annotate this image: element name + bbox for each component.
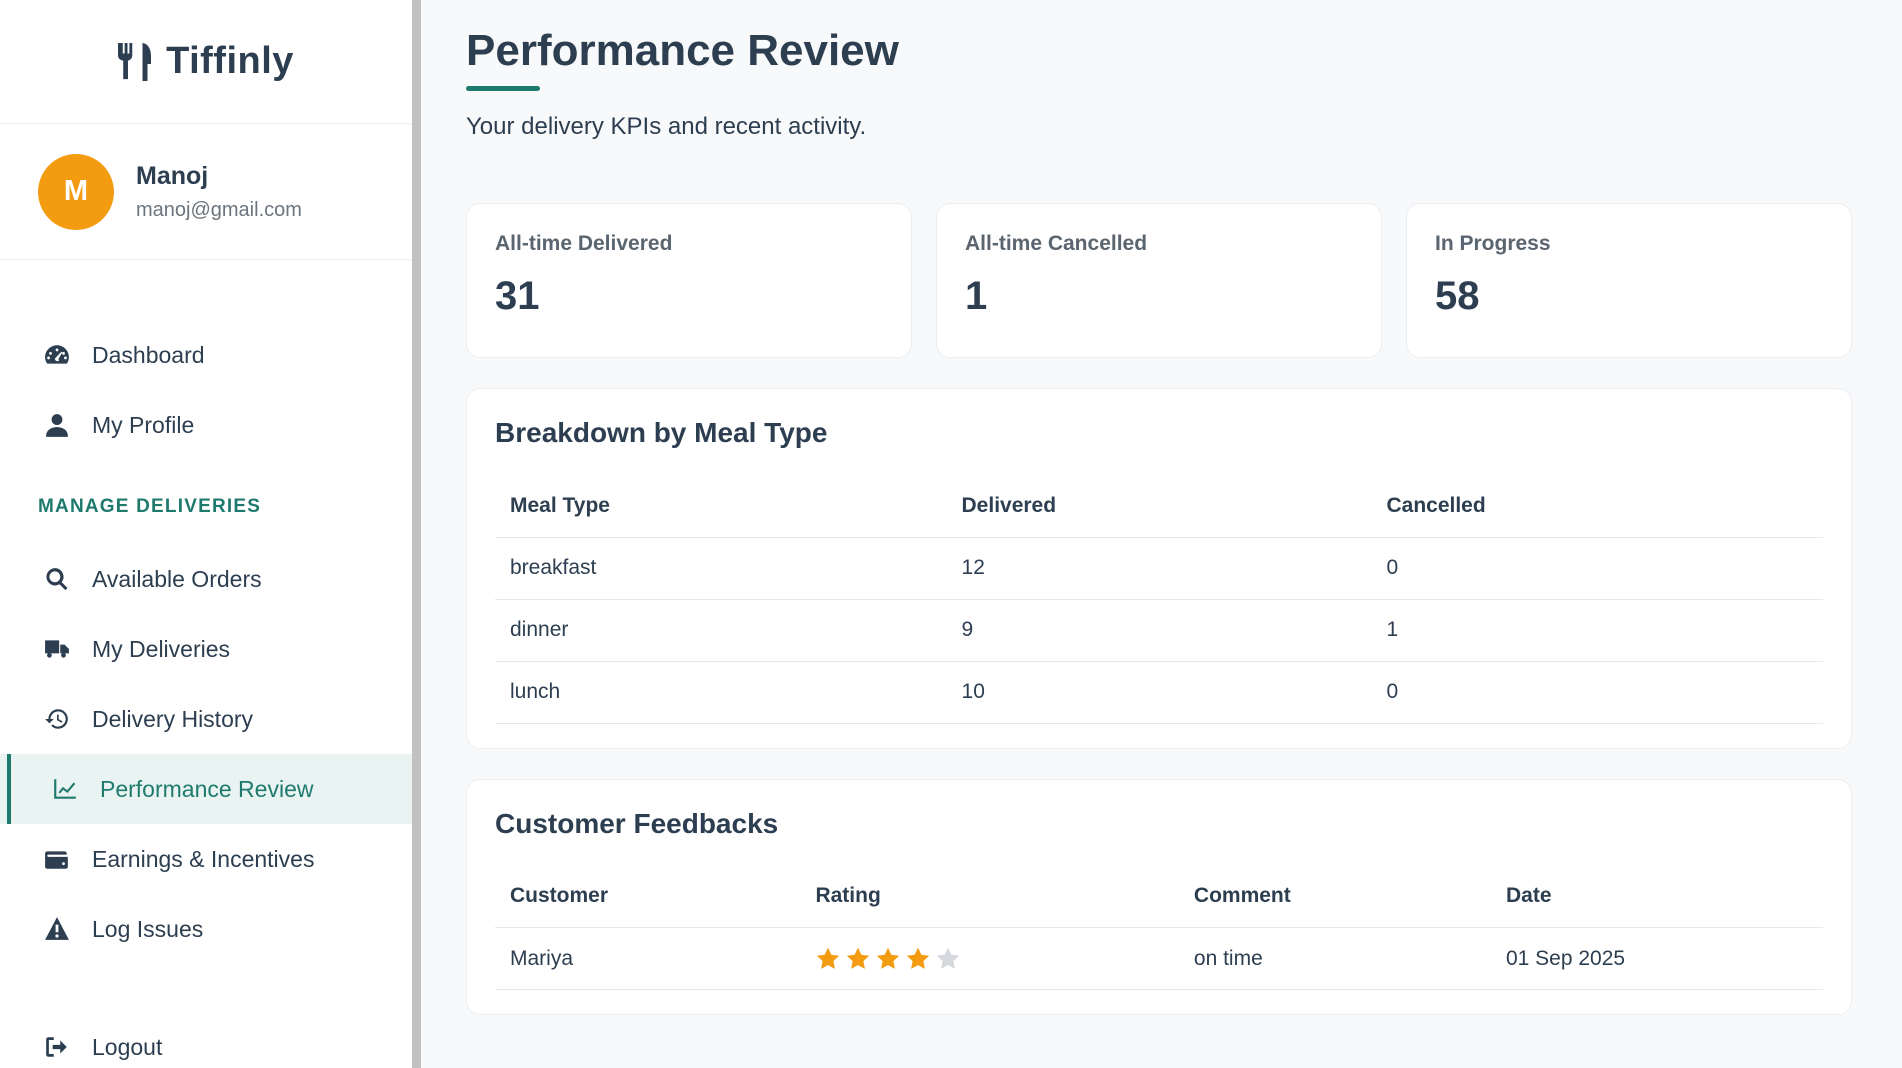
- table-cell: lunch: [495, 661, 947, 724]
- sidebar-item-delivery-history[interactable]: Delivery History: [0, 684, 412, 754]
- user-profile-summary: M Manoj manoj@gmail.com: [0, 124, 412, 260]
- sidebar-item-label: Logout: [92, 1033, 163, 1060]
- card-title: Breakdown by Meal Type: [495, 417, 828, 448]
- table-cell: 0: [1371, 661, 1823, 724]
- title-underline: [466, 86, 540, 91]
- table-header-row: Customer Rating Comment Date: [495, 865, 1823, 928]
- card-title: Customer Feedbacks: [495, 807, 779, 839]
- star-rating: [815, 946, 1163, 972]
- brand[interactable]: Tiffinly: [0, 0, 412, 124]
- user-email: manoj@gmail.com: [136, 198, 302, 221]
- sidebar-item-label: Delivery History: [92, 705, 254, 732]
- logout-button[interactable]: Logout: [0, 1012, 412, 1068]
- table-cell: 12: [946, 537, 1372, 600]
- sidebar: Tiffinly M Manoj manoj@gmail.com Dashboa…: [0, 0, 412, 1068]
- meal-breakdown-table: Meal Type Delivered Cancelled breakfast …: [495, 475, 1823, 724]
- kpi-value: 1: [965, 274, 988, 318]
- feedbacks-table: Customer Rating Comment Date Mariya on t…: [495, 865, 1823, 990]
- brand-name: Tiffinly: [166, 40, 294, 82]
- search-icon: [42, 564, 72, 594]
- chart-line-icon: [50, 774, 80, 804]
- logout-area: Logout: [0, 1012, 412, 1068]
- customer-feedbacks-card: Customer Feedbacks Customer Rating Comme…: [466, 778, 1852, 1015]
- sidebar-item-label: Earnings & Incentives: [92, 845, 315, 872]
- table-cell: 0: [1371, 537, 1823, 600]
- logout-icon: [42, 1032, 72, 1062]
- wallet-icon: [42, 844, 72, 874]
- table-cell: 9: [946, 599, 1372, 662]
- sidebar-item-log-issues[interactable]: Log Issues: [0, 894, 412, 964]
- sidebar-item-label: My Deliveries: [92, 635, 231, 662]
- sidebar-nav: Dashboard My Profile MANAGE DELIVERIES A…: [0, 320, 412, 964]
- main-content: Performance Review Your delivery KPIs an…: [466, 0, 1854, 1015]
- kpi-label: All-time Delivered: [495, 232, 673, 255]
- kpi-cards: All-time Delivered 31 All-time Cancelled…: [466, 203, 1854, 358]
- table-cell: 10: [946, 661, 1372, 724]
- table-row: lunch 10 0: [495, 661, 1823, 724]
- column-header: Comment: [1178, 865, 1491, 928]
- page-title: Performance Review: [466, 26, 899, 75]
- sidebar-item-label: Performance Review: [100, 775, 314, 802]
- user-icon: [42, 410, 72, 440]
- column-header: Cancelled: [1371, 475, 1823, 538]
- table-row: dinner 9 1: [495, 599, 1823, 662]
- star-filled-icon: [815, 946, 841, 972]
- kpi-value: 58: [1435, 274, 1480, 318]
- kpi-card-delivered: All-time Delivered 31: [466, 203, 912, 358]
- user-name: Manoj: [136, 161, 209, 190]
- kpi-card-cancelled: All-time Cancelled 1: [936, 203, 1382, 358]
- column-header: Rating: [800, 865, 1179, 928]
- truck-icon: [42, 634, 72, 664]
- sidebar-item-performance-review[interactable]: Performance Review: [0, 754, 412, 824]
- kpi-card-in-progress: In Progress 58: [1406, 203, 1852, 358]
- table-cell: breakfast: [495, 537, 947, 600]
- sidebar-item-label: Available Orders: [92, 565, 262, 592]
- star-filled-icon: [905, 946, 931, 972]
- star-filled-icon: [875, 946, 901, 972]
- table-row: Mariya on time 01 Sep 2025: [495, 927, 1823, 990]
- table-cell: [800, 927, 1179, 990]
- warning-icon: [42, 914, 72, 944]
- sidebar-item-label: Log Issues: [92, 915, 204, 942]
- sidebar-item-earnings-incentives[interactable]: Earnings & Incentives: [0, 824, 412, 894]
- table-cell: dinner: [495, 599, 947, 662]
- sidebar-scrollbar[interactable]: [412, 0, 421, 1068]
- nav-section-title: MANAGE DELIVERIES: [38, 496, 262, 517]
- sidebar-item-my-profile[interactable]: My Profile: [0, 390, 412, 460]
- star-filled-icon: [845, 946, 871, 972]
- kpi-value: 31: [495, 274, 540, 318]
- table-cell: Mariya: [495, 927, 801, 990]
- sidebar-item-dashboard[interactable]: Dashboard: [0, 320, 412, 390]
- sidebar-item-label: Dashboard: [92, 341, 205, 368]
- table-row: breakfast 12 0: [495, 537, 1823, 600]
- table-cell: 1: [1371, 599, 1823, 662]
- kpi-label: In Progress: [1435, 232, 1551, 255]
- avatar: M: [38, 153, 114, 230]
- column-header: Customer: [495, 865, 801, 928]
- history-icon: [42, 704, 72, 734]
- table-cell: on time: [1178, 927, 1491, 990]
- meal-breakdown-card: Breakdown by Meal Type Meal Type Deliver…: [466, 388, 1852, 749]
- table-header-row: Meal Type Delivered Cancelled: [495, 475, 1823, 538]
- table-cell: 01 Sep 2025: [1490, 927, 1823, 990]
- column-header: Meal Type: [495, 475, 947, 538]
- page-subtitle: Your delivery KPIs and recent activity.: [466, 113, 867, 140]
- sidebar-item-my-deliveries[interactable]: My Deliveries: [0, 614, 412, 684]
- star-empty-icon: [935, 946, 961, 972]
- utensils-icon: [118, 42, 152, 81]
- sidebar-item-label: My Profile: [92, 411, 195, 438]
- sidebar-item-available-orders[interactable]: Available Orders: [0, 544, 412, 614]
- kpi-label: All-time Cancelled: [965, 232, 1148, 255]
- dashboard-gauge-icon: [42, 340, 72, 370]
- column-header: Date: [1490, 865, 1823, 928]
- column-header: Delivered: [946, 475, 1372, 538]
